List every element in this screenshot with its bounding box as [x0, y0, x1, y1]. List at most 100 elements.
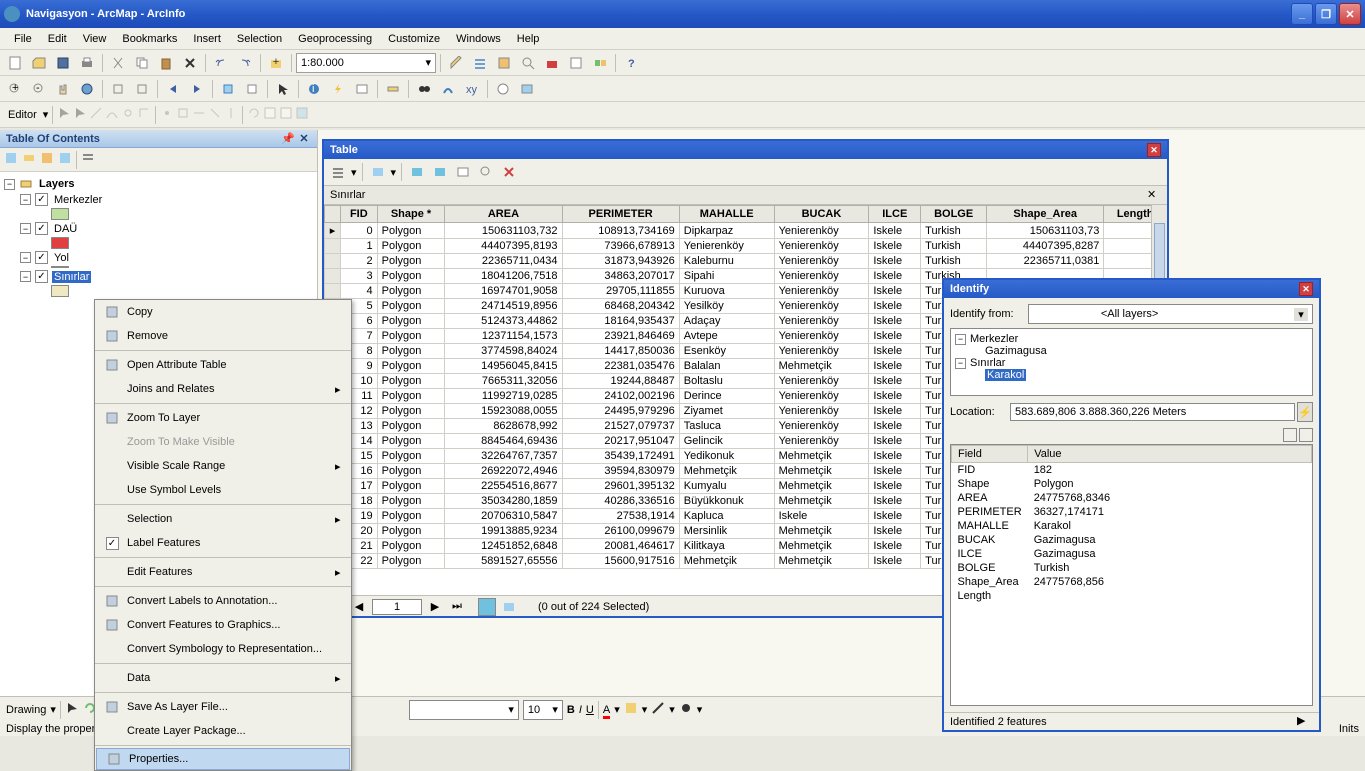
related-tables-button[interactable] — [368, 162, 388, 182]
layer-merkezler[interactable]: Merkezler — [52, 194, 104, 206]
next-record-button[interactable]: ▶ — [426, 598, 444, 616]
context-menu-item[interactable]: Save As Layer File... — [95, 695, 351, 719]
context-menu-item[interactable]: Create Layer Package... — [95, 719, 351, 743]
close-icon[interactable]: ✕ — [297, 132, 311, 146]
edit-tool-button[interactable] — [57, 106, 71, 123]
expand-icon[interactable]: − — [20, 252, 31, 263]
expand-icon[interactable]: − — [20, 194, 31, 205]
close-button[interactable]: ✕ — [1299, 282, 1313, 296]
new-button[interactable] — [4, 52, 26, 74]
context-menu-item[interactable]: Remove — [95, 324, 351, 348]
select-by-attr-button[interactable] — [407, 162, 427, 182]
zoom-out-button[interactable]: - — [28, 78, 50, 100]
font-combo[interactable]: ▾ — [409, 700, 519, 720]
expand-icon[interactable]: − — [20, 271, 31, 282]
table-options-button[interactable] — [328, 162, 348, 182]
checkbox[interactable]: ✓ — [35, 251, 48, 264]
menu-bookmarks[interactable]: Bookmarks — [114, 30, 185, 48]
select-features-button[interactable] — [217, 78, 239, 100]
context-menu-item[interactable]: Properties... — [96, 748, 350, 770]
point-button[interactable] — [160, 106, 174, 123]
scrollbar-arrow[interactable]: ▶ — [1297, 714, 1313, 730]
prev-record-button[interactable]: ◀ — [350, 598, 368, 616]
goto-xy-button[interactable]: xy — [461, 78, 483, 100]
menu-view[interactable]: View — [75, 30, 115, 48]
list-by-selection-button[interactable] — [58, 151, 72, 168]
record-position[interactable]: 1 — [372, 599, 422, 615]
checkbox[interactable]: ✓ — [35, 270, 48, 283]
split-button[interactable] — [224, 106, 238, 123]
layer-sinirlar[interactable]: Sınırlar — [52, 271, 91, 283]
location-flash-button[interactable]: ⚡ — [1297, 402, 1313, 422]
save-button[interactable] — [52, 52, 74, 74]
menu-file[interactable]: File — [6, 30, 40, 48]
underline-button[interactable]: U — [586, 704, 594, 716]
drawing-label[interactable]: Drawing — [6, 704, 46, 716]
editor-label[interactable]: Editor — [4, 109, 41, 121]
list-by-visibility-button[interactable] — [40, 151, 54, 168]
context-menu-item[interactable]: Zoom To Layer — [95, 406, 351, 430]
context-menu-item[interactable]: Open Attribute Table — [95, 353, 351, 377]
cut-poly-button[interactable] — [208, 106, 222, 123]
time-slider-button[interactable] — [492, 78, 514, 100]
straight-segment-button[interactable] — [89, 106, 103, 123]
show-selected-button[interactable] — [500, 598, 518, 616]
context-menu-item[interactable]: Use Symbol Levels — [95, 478, 351, 502]
open-button[interactable] — [28, 52, 50, 74]
fixed-zoom-in-button[interactable] — [107, 78, 129, 100]
context-menu-item[interactable]: Convert Labels to Annotation... — [95, 589, 351, 613]
hyperlink-button[interactable] — [327, 78, 349, 100]
toc-button[interactable] — [469, 52, 491, 74]
copy-button[interactable] — [131, 52, 153, 74]
select-elements-button[interactable] — [65, 701, 79, 718]
context-menu-item[interactable]: Data▸ — [95, 666, 351, 690]
size-combo[interactable]: 10 ▾ — [523, 700, 563, 720]
python-button[interactable] — [565, 52, 587, 74]
context-menu-item[interactable]: Selection▸ — [95, 507, 351, 531]
expand-icon[interactable]: − — [4, 179, 15, 190]
bold-button[interactable]: B — [567, 704, 575, 716]
font-color-button[interactable]: A — [603, 704, 610, 716]
editor-toolbar-button[interactable] — [445, 52, 467, 74]
sketch-props-button[interactable] — [279, 106, 293, 123]
checkbox[interactable]: ✓ — [35, 222, 48, 235]
zoom-in-button[interactable]: + — [4, 78, 26, 100]
context-menu-item[interactable]: Convert Symbology to Representation... — [95, 637, 351, 661]
layer-dau[interactable]: DAÜ — [52, 223, 79, 235]
help-button[interactable]: ? — [620, 52, 642, 74]
back-button[interactable] — [162, 78, 184, 100]
context-menu-item[interactable]: Visible Scale Range▸ — [95, 454, 351, 478]
edit-tool-2-button[interactable] — [73, 106, 87, 123]
edit-vertices-button[interactable] — [176, 106, 190, 123]
right-angle-button[interactable] — [137, 106, 151, 123]
undo-button[interactable] — [210, 52, 232, 74]
find-button[interactable] — [413, 78, 435, 100]
attributes-button[interactable] — [263, 106, 277, 123]
delete-button[interactable] — [179, 52, 201, 74]
checkbox[interactable]: ✓ — [35, 193, 48, 206]
html-popup-button[interactable] — [351, 78, 373, 100]
list-by-drawing-button[interactable] — [4, 151, 18, 168]
arctoolbox-button[interactable] — [541, 52, 563, 74]
clear-selection-button[interactable] — [453, 162, 473, 182]
collapse-all-button[interactable] — [1299, 428, 1313, 442]
layers-root[interactable]: Layers — [37, 178, 76, 190]
measure-button[interactable] — [382, 78, 404, 100]
last-record-button[interactable]: ⏭ — [448, 598, 466, 616]
menu-insert[interactable]: Insert — [185, 30, 229, 48]
expand-icon[interactable]: − — [20, 223, 31, 234]
italic-button[interactable]: I — [579, 704, 582, 716]
find-route-button[interactable] — [437, 78, 459, 100]
menu-edit[interactable]: Edit — [40, 30, 75, 48]
cut-button[interactable] — [107, 52, 129, 74]
context-menu-item[interactable]: Joins and Relates▸ — [95, 377, 351, 401]
full-extent-button[interactable] — [76, 78, 98, 100]
scale-combo[interactable]: 1:80.000 ▾ — [296, 53, 436, 73]
catalog-button[interactable] — [493, 52, 515, 74]
list-by-source-button[interactable] — [22, 151, 36, 168]
menu-geoprocessing[interactable]: Geoprocessing — [290, 30, 380, 48]
layer-yol[interactable]: Yol — [52, 252, 71, 264]
marker-color-button[interactable] — [679, 701, 693, 718]
rotate-button[interactable] — [247, 106, 261, 123]
show-all-button[interactable] — [478, 598, 496, 616]
